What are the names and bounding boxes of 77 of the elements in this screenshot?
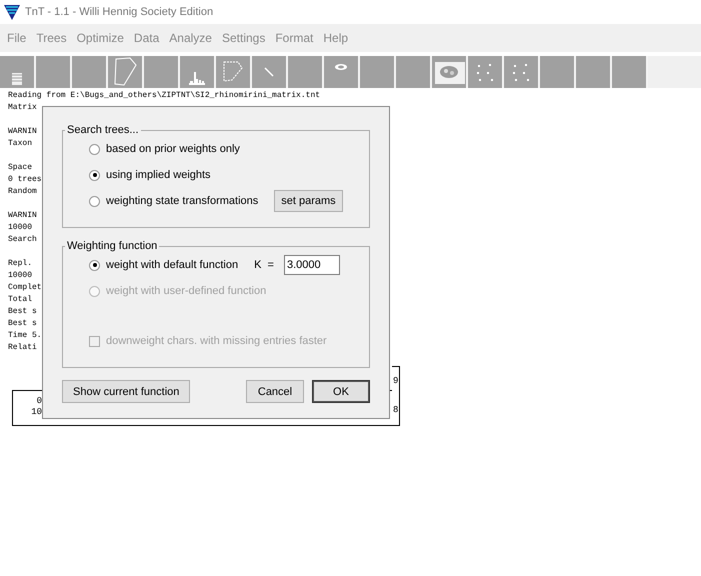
- diagonal-line-icon: [264, 67, 274, 77]
- radio-button[interactable]: [89, 170, 100, 180]
- menu-item[interactable]: Help: [318, 31, 354, 45]
- console-line: Best s: [8, 306, 37, 318]
- option-label: using implied weights: [106, 169, 211, 181]
- console-line: Best s: [8, 318, 37, 330]
- console-line: Total: [8, 294, 32, 306]
- console-line: Complet: [8, 282, 42, 294]
- console-line: Matrix: [8, 102, 37, 114]
- toolbar-button[interactable]: [144, 56, 180, 88]
- console-line: Taxon: [8, 138, 32, 150]
- option-label: weight with user-defined function: [106, 285, 266, 297]
- console-line: 10000: [8, 270, 32, 282]
- console-line: Repl.: [8, 258, 32, 270]
- toolbar-button[interactable]: [180, 56, 216, 88]
- k-value-field[interactable]: 3.0000: [284, 255, 340, 275]
- menu-item[interactable]: Settings: [216, 31, 270, 45]
- menu-item[interactable]: File: [2, 31, 32, 45]
- toolbar-button[interactable]: [576, 56, 612, 88]
- dialog-button[interactable]: OK: [312, 380, 370, 403]
- console-line: WARNIN: [8, 210, 37, 222]
- menu-item[interactable]: Format: [270, 31, 318, 45]
- option-label: downweight chars. with missing entries faster: [106, 335, 327, 347]
- option-label: based on prior weights only: [106, 143, 240, 155]
- console-line: Search: [8, 234, 37, 246]
- menu-item[interactable]: Data: [128, 31, 164, 45]
- dashed-shape-icon: [222, 60, 244, 84]
- console-line: Space: [8, 162, 32, 174]
- menu-item[interactable]: Trees: [31, 31, 72, 45]
- console-line: Reading from E:\Bugs_and_others\ZIPTNT\SI2_rhinomirini_matrix.tnt: [8, 90, 320, 102]
- menu-item[interactable]: Optimize: [72, 31, 129, 45]
- dialog-button[interactable]: Show current function: [62, 380, 190, 403]
- group-title: Search trees...: [66, 124, 140, 136]
- toolbar-button[interactable]: [504, 56, 540, 88]
- window-title: TnT - 1.1 - Willi Hennig Society Edition: [25, 6, 214, 18]
- set-params-button[interactable]: set params: [274, 190, 343, 212]
- outline-shape-icon: [112, 57, 138, 87]
- toolbar-button[interactable]: [360, 56, 396, 88]
- toolbar-button[interactable]: [396, 56, 432, 88]
- option-label: weight with default function: [106, 259, 238, 271]
- dialog-button[interactable]: Cancel: [246, 380, 304, 403]
- toolbar-button[interactable]: [216, 56, 252, 88]
- toolbar-button[interactable]: [432, 56, 468, 88]
- table-cell: 0: [36, 396, 42, 407]
- console-line: Time 5.: [8, 330, 42, 342]
- cloud-icon: [439, 65, 459, 79]
- toolbar-button[interactable]: [468, 56, 504, 88]
- toolbar-button[interactable]: [0, 56, 36, 88]
- radio-button[interactable]: [89, 144, 100, 154]
- toolbar-button[interactable]: [324, 56, 360, 88]
- toolbar-button[interactable]: [108, 56, 144, 88]
- table-cell: 8: [393, 405, 399, 416]
- eye-icon: [334, 63, 348, 71]
- toolbar-button[interactable]: [288, 56, 324, 88]
- toolbar-button[interactable]: [540, 56, 576, 88]
- toolbar-button[interactable]: [612, 56, 648, 88]
- scattered-dots-icon: [475, 62, 495, 82]
- table-cell: 9: [393, 376, 399, 387]
- toolbar-button[interactable]: [72, 56, 108, 88]
- console-line: 0 trees: [8, 174, 42, 186]
- toolbar-button[interactable]: [36, 56, 72, 88]
- grid-icon: [12, 73, 22, 85]
- histogram-icon: [187, 70, 207, 86]
- radio-button[interactable]: [89, 196, 100, 206]
- console-line: Random: [8, 186, 37, 198]
- console-line: 10000: [8, 222, 32, 234]
- group-title: Weighting function: [66, 240, 158, 252]
- menu-item[interactable]: Analyze: [164, 31, 217, 45]
- option-label: weighting state transformations: [106, 195, 258, 207]
- radio-button[interactable]: [89, 260, 100, 270]
- field-label: K =: [254, 259, 274, 271]
- scattered-dots-icon: [511, 62, 531, 82]
- toolbar-button[interactable]: [252, 56, 288, 88]
- app-logo-icon: [4, 4, 20, 20]
- console-line: Relati: [8, 342, 37, 354]
- console-line: WARNIN: [8, 126, 37, 138]
- table-cell: 10: [31, 407, 42, 418]
